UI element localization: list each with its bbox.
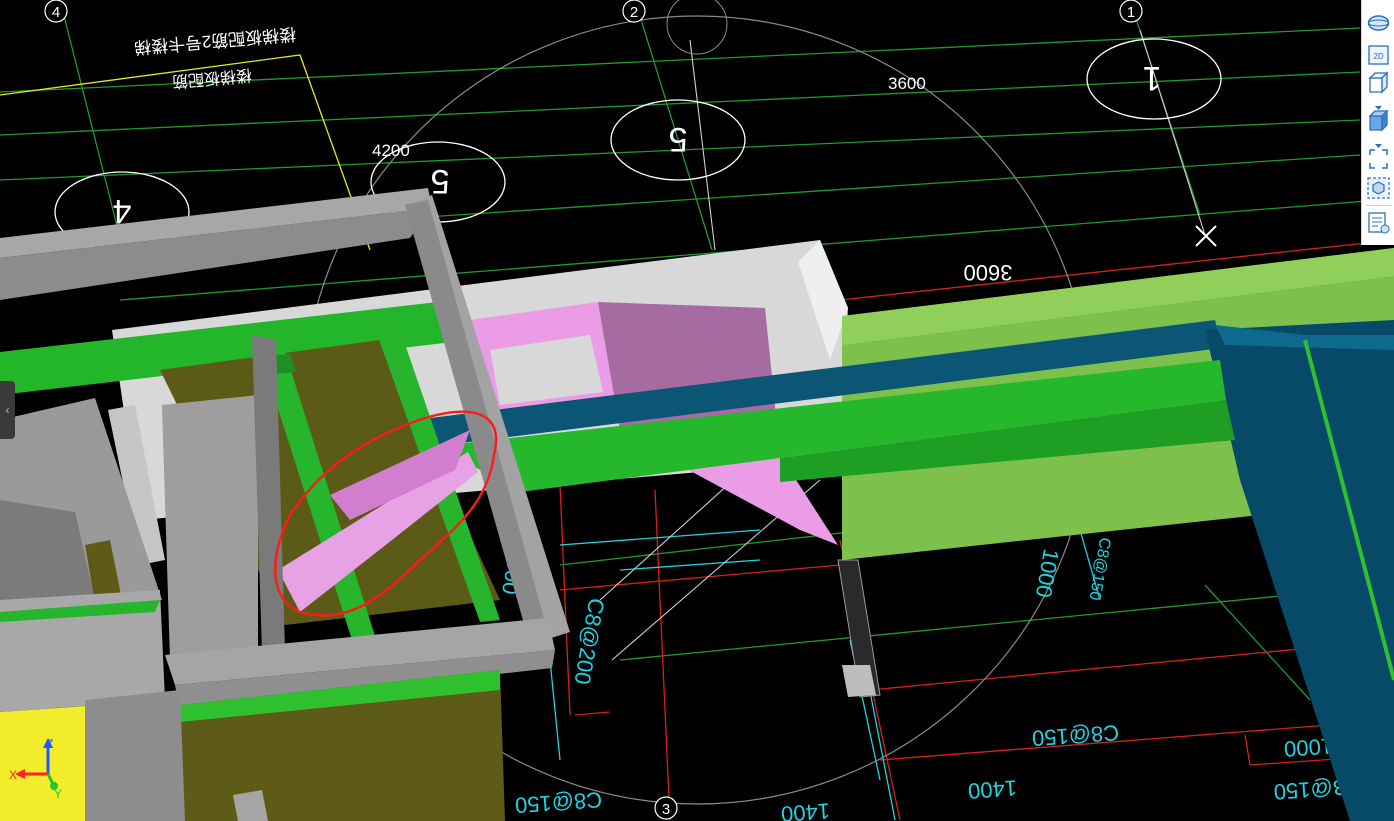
wall-panel-center[interactable] [162, 395, 258, 660]
view-toolbar: 2D [1361, 0, 1394, 245]
cube-view-icon[interactable] [1366, 70, 1391, 96]
dimension-label-3600: 3600 [888, 74, 926, 93]
left-column-grey[interactable] [85, 690, 185, 821]
shaded-cube-icon[interactable] [1366, 108, 1391, 134]
y-axis-label: Y [54, 787, 62, 801]
panel-collapse-handle[interactable]: ‹ [0, 381, 15, 439]
toolbar-separator [1366, 205, 1391, 206]
x-axis-label: X [9, 768, 17, 782]
z-axis-label: Z [46, 737, 53, 751]
dimension-label-1400-b: 1400 [780, 798, 831, 821]
axis-bubble-2-label: 2 [630, 4, 638, 21]
fit-view-icon[interactable] [1366, 146, 1391, 172]
cad-3d-viewport[interactable]: 4 5 5 1 4 2 1 3 3600 4200 3600 C8@150 C8… [0, 0, 1394, 821]
axis-bubble-1-label: 1 [1127, 4, 1135, 21]
properties-icon[interactable] [1366, 210, 1391, 236]
axis-bubble-3-label: 3 [662, 801, 670, 818]
cube-view-dropdown-icon[interactable] [1374, 98, 1383, 110]
dimension-label-4200: 4200 [372, 141, 410, 160]
axis-bubble-4-label: 4 [52, 4, 60, 21]
2d-view-icon[interactable]: 2D [1366, 42, 1391, 68]
bottom-stub-grey [233, 790, 268, 821]
3d-box-icon[interactable] [1366, 175, 1391, 201]
shaded-cube-dropdown-icon[interactable] [1374, 136, 1383, 148]
dimension-label-3600-mirrored: 3600 [964, 260, 1013, 285]
rebar-bubble-3-text: 5 [669, 120, 688, 158]
orbit-icon[interactable] [1366, 10, 1391, 36]
rebar-bubble-4-text: 1 [1143, 59, 1162, 97]
dimension-label-1400-a: 1400 [967, 775, 1018, 803]
rebar-bubble-2-text: 5 [431, 162, 450, 200]
axis-indicator: Z X Y [9, 737, 62, 801]
svg-text:2D: 2D [1373, 52, 1383, 61]
